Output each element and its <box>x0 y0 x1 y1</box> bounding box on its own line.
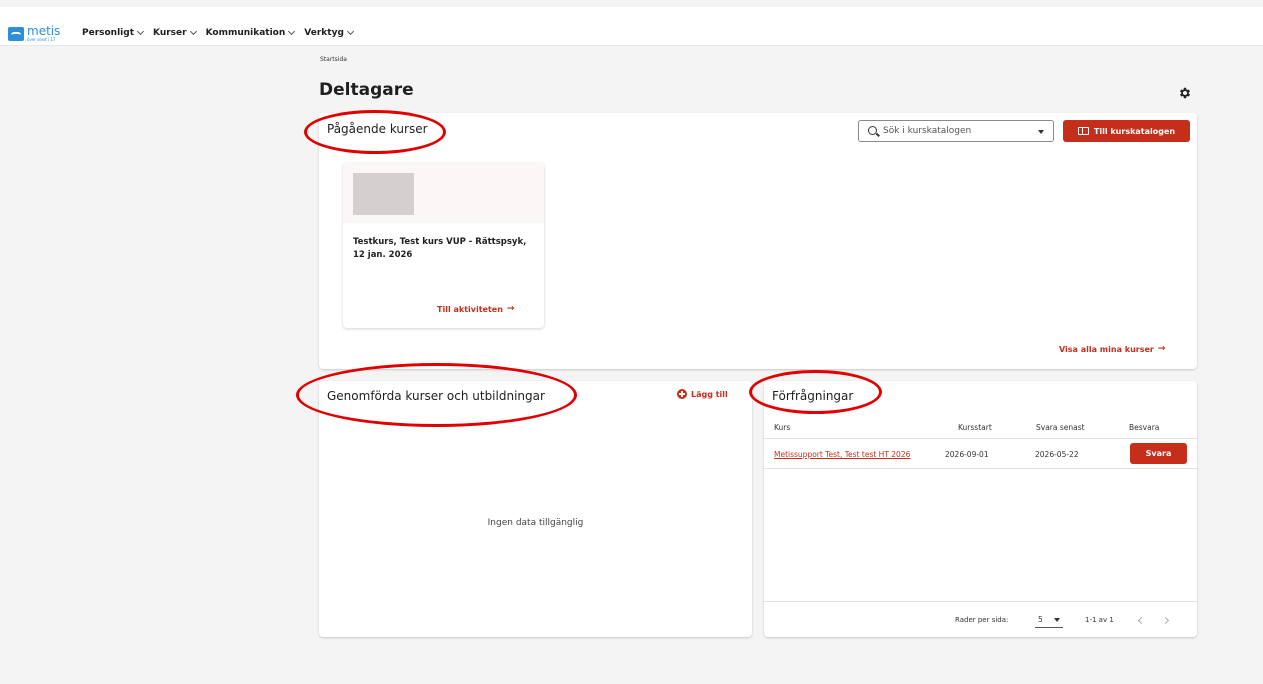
table-row: Metissupport Test, Test test HT 2026 202… <box>764 439 1197 469</box>
gear-icon[interactable] <box>1178 86 1192 100</box>
nav-kommunikation[interactable]: Kommunikation <box>205 27 296 38</box>
logo-subtext: över sexit i 17 <box>27 37 56 42</box>
catalog-search-input[interactable] <box>883 124 1033 138</box>
top-bar: metis över sexit i 17 Personligt Kurser … <box>0 0 1263 46</box>
request-start-date: 2026-09-01 <box>945 450 989 459</box>
request-deadline: 2026-05-22 <box>1035 450 1079 459</box>
answer-button[interactable]: Svara <box>1130 443 1187 464</box>
previous-page-icon[interactable] <box>1137 616 1146 625</box>
requests-card: Förfrågningar Kurs Kursstart Svara senas… <box>764 381 1197 637</box>
course-name: Testkurs, Test kurs VUP - Rättspsyk, 12 … <box>353 237 527 260</box>
nav-label: Verktyg <box>304 28 344 38</box>
chevron-down-icon <box>136 27 145 36</box>
requests-title: Förfrågningar <box>772 389 854 403</box>
main-nav: Personligt Kurser Kommunikation Verktyg <box>82 27 354 38</box>
logo-text: metis <box>27 24 61 38</box>
nav-kurser[interactable]: Kurser <box>153 27 197 38</box>
no-data-message: Ingen data tillgänglig <box>487 518 584 528</box>
course-thumbnail <box>353 173 414 215</box>
catalog-button[interactable]: Till kurskatalogen <box>1063 120 1190 142</box>
chevron-down-icon <box>288 27 296 36</box>
show-all-courses-link[interactable]: Visa alla mina kurser → <box>1059 344 1165 354</box>
completed-courses-title: Genomförda kurser och utbildningar <box>327 389 545 403</box>
rows-per-page-label: Rader per sida: <box>955 616 1009 624</box>
nav-label: Kommunikation <box>205 28 286 38</box>
arrow-right-icon: → <box>506 304 515 314</box>
next-page-icon[interactable] <box>1161 616 1170 625</box>
column-header-deadline[interactable]: Svara senast <box>1036 423 1085 432</box>
dropdown-caret-icon <box>1054 618 1060 622</box>
catalog-search[interactable] <box>858 120 1054 142</box>
dropdown-caret-icon[interactable] <box>1038 130 1044 134</box>
ongoing-courses-card: Pågående kurser Till kurskatalogen Testk… <box>319 113 1197 369</box>
rows-per-page-select[interactable]: 5 <box>1035 613 1063 628</box>
go-to-activity-label: Till aktiviteten <box>437 304 503 314</box>
chevron-down-icon <box>346 27 354 36</box>
catalog-button-label: Till kurskatalogen <box>1093 126 1176 136</box>
column-header-course[interactable]: Kurs <box>774 423 790 432</box>
nav-label: Personligt <box>82 28 135 38</box>
breadcrumb[interactable]: Startsida <box>320 56 347 63</box>
request-course-link[interactable]: Metissupport Test, Test test HT 2026 <box>774 450 910 459</box>
table-pagination: Rader per sida: 5 1-1 av 1 <box>764 601 1197 637</box>
page-title: Deltagare <box>319 80 414 100</box>
show-all-label: Visa alla mina kurser <box>1059 344 1154 354</box>
book-icon <box>1077 127 1089 135</box>
chevron-down-icon <box>189 27 197 36</box>
nav-personligt[interactable]: Personligt <box>82 27 145 38</box>
add-button-label: Lägg till <box>691 389 728 399</box>
rows-per-page-value: 5 <box>1038 615 1043 624</box>
metis-logo[interactable]: metis över sexit i 17 <box>8 24 64 43</box>
ongoing-courses-title: Pågående kurser <box>327 122 428 136</box>
add-button[interactable]: Lägg till <box>677 389 728 399</box>
column-header-answer: Besvara <box>1129 423 1160 432</box>
course-card-header <box>343 163 544 223</box>
pagination-range: 1-1 av 1 <box>1085 616 1114 624</box>
nav-verktyg[interactable]: Verktyg <box>304 27 354 38</box>
arrow-right-icon: → <box>1157 344 1166 354</box>
table-header: Kurs Kursstart Svara senast Besvara <box>764 415 1197 439</box>
search-icon <box>868 126 877 135</box>
column-header-start[interactable]: Kursstart <box>958 423 992 432</box>
go-to-activity-link[interactable]: Till aktiviteten → <box>437 304 514 314</box>
nav-label: Kurser <box>153 28 187 38</box>
completed-courses-card: Genomförda kurser och utbildningar Lägg … <box>319 381 752 637</box>
course-card[interactable]: Testkurs, Test kurs VUP - Rättspsyk, 12 … <box>343 163 544 328</box>
plus-circle-icon <box>677 389 687 399</box>
logo-mark-icon <box>8 27 24 41</box>
